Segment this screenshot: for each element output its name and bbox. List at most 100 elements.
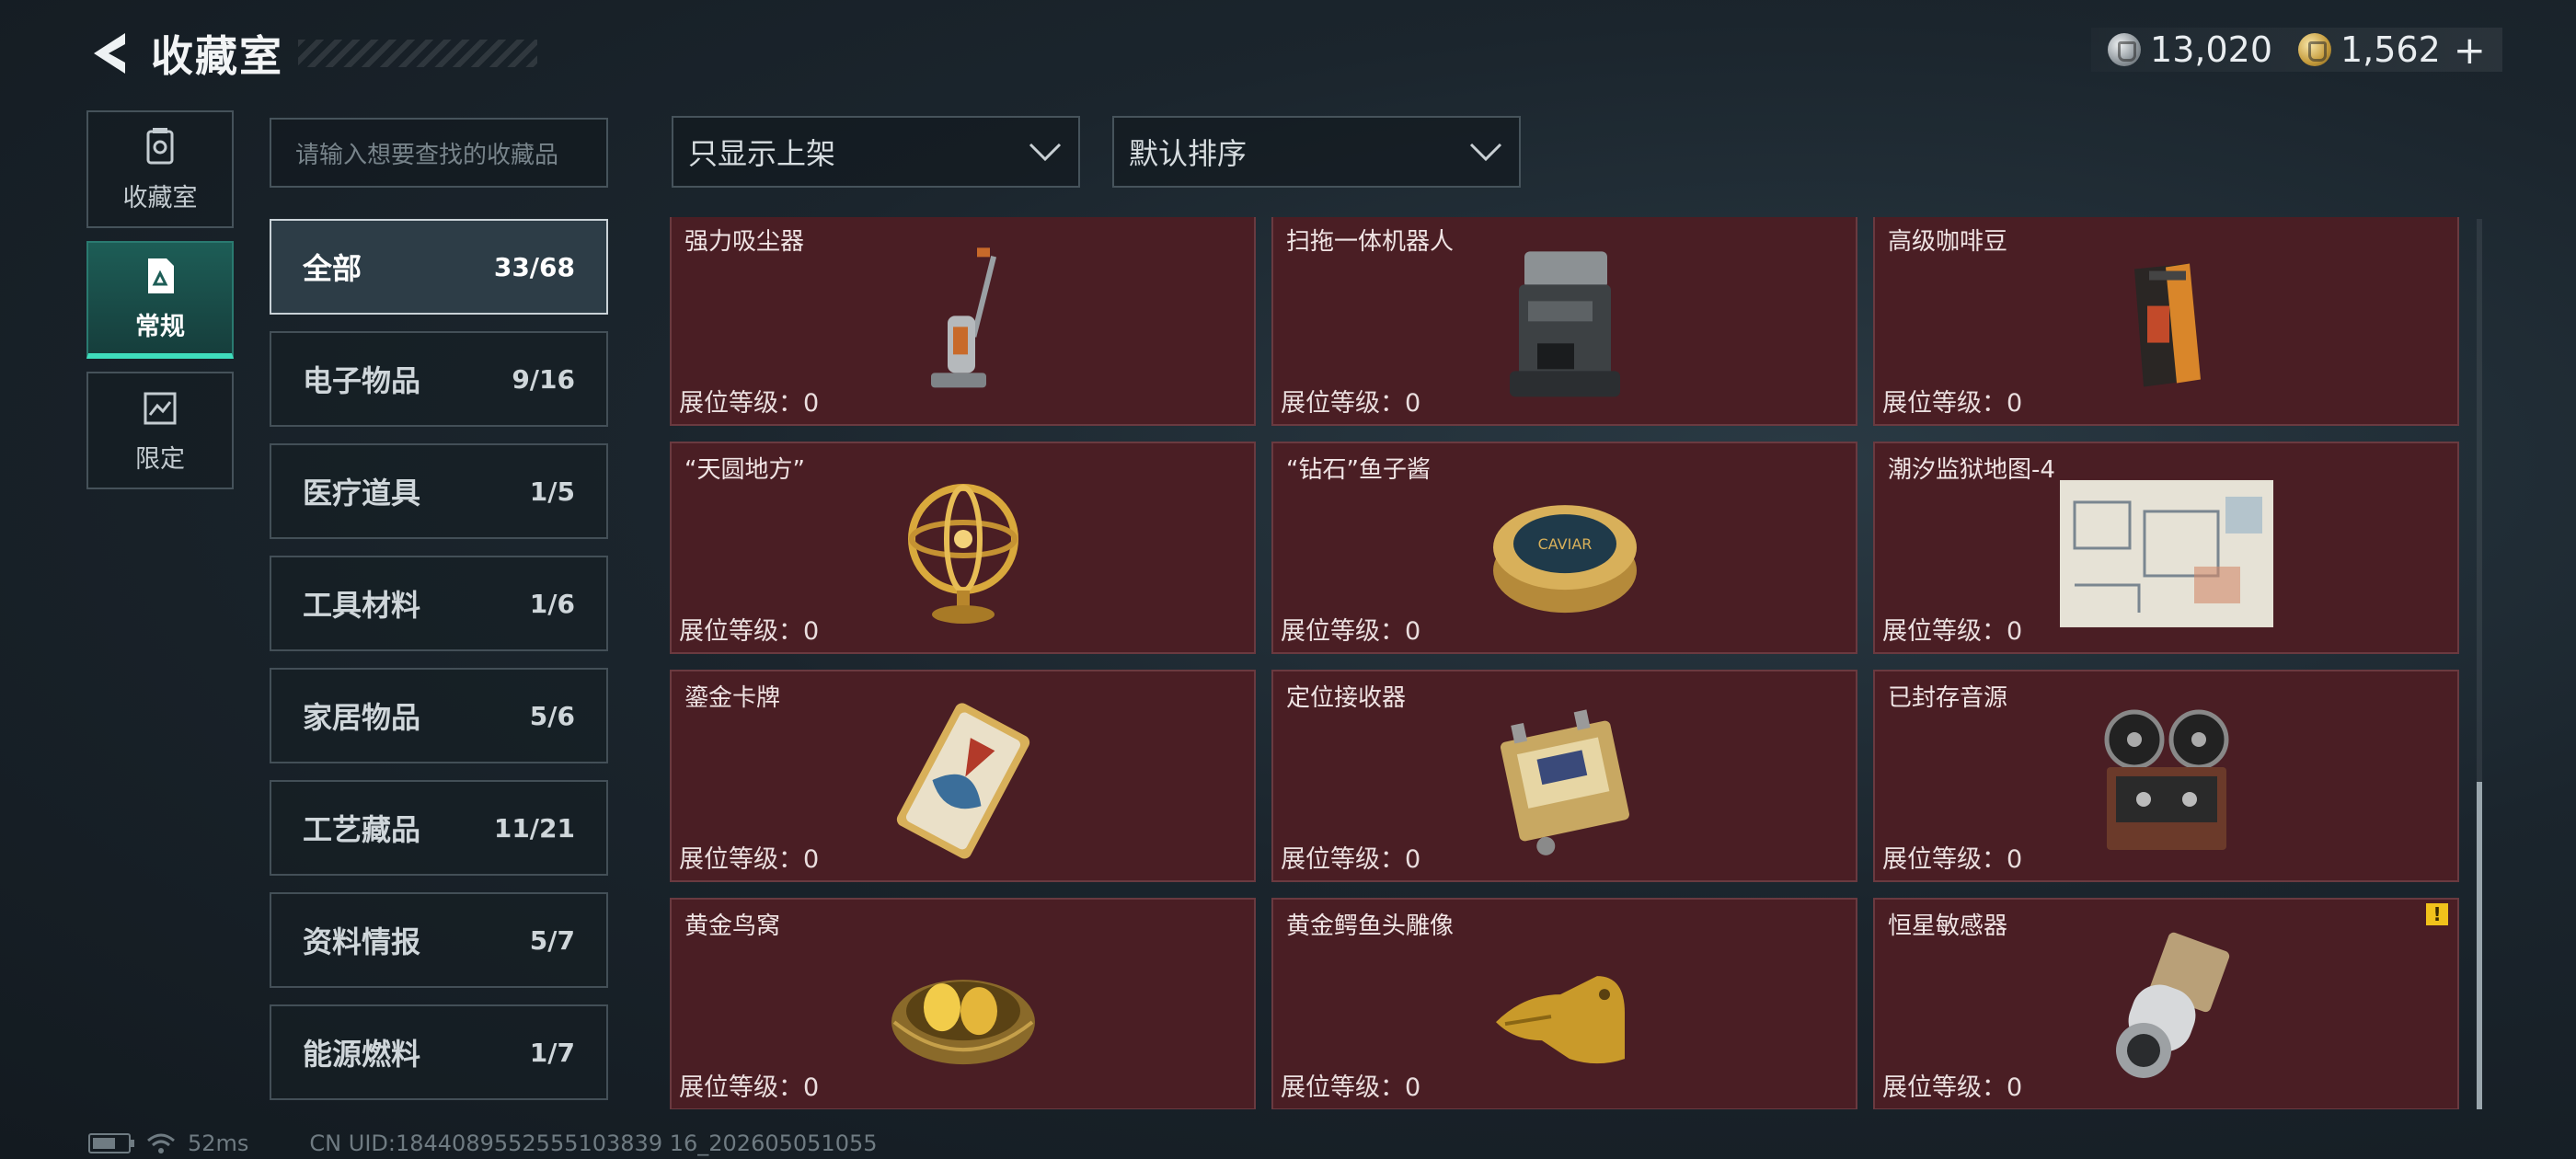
category-name: 医疗道具 — [303, 476, 421, 511]
category-tools[interactable]: 工具材料 1/6 — [270, 556, 608, 651]
left-nav: 收藏室 常规 限定 — [86, 110, 234, 502]
category-count: 33/68 — [493, 251, 575, 282]
item-name: 强力吸尘器 — [684, 228, 805, 256]
item-name: 高级咖啡豆 — [1888, 228, 2008, 256]
category-count: 5/6 — [529, 700, 575, 731]
sort-order-dropdown[interactable]: 默认排序 — [1112, 116, 1521, 188]
item-card[interactable]: 黄金鸟窝 展位等级：0 — [670, 898, 1256, 1109]
grid-scrollbar[interactable] — [2477, 219, 2482, 1109]
category-count: 1/5 — [529, 476, 575, 507]
item-name: 黄金鳄鱼头雕像 — [1286, 912, 1455, 940]
item-level: 展位等级：0 — [1882, 1073, 2023, 1102]
item-level: 展位等级：0 — [679, 389, 820, 418]
category-count: 1/6 — [529, 588, 575, 619]
collection-icon — [146, 127, 174, 164]
item-card[interactable]: 高级咖啡豆 展位等级：0 — [1873, 217, 2459, 426]
back-arrow-icon[interactable] — [83, 26, 138, 81]
item-card[interactable]: 鎏金卡牌 展位等级：0 — [670, 670, 1256, 882]
category-all[interactable]: 全部 33/68 — [270, 219, 608, 315]
user-uid: CN UID:1844089552555103839 16_2026050510… — [309, 1130, 878, 1156]
gilded-card-icon — [894, 702, 1032, 862]
silver-coin-icon — [2108, 33, 2142, 66]
category-electronics[interactable]: 电子物品 9/16 — [270, 331, 608, 427]
item-level: 展位等级：0 — [679, 1073, 820, 1102]
category-count: 11/21 — [493, 812, 575, 843]
nav-regular[interactable]: 常规 — [86, 241, 234, 359]
currency-bar: 13,020 1,562 + — [2091, 28, 2502, 73]
locator-receiver-icon — [1487, 702, 1643, 862]
warning-icon: ! — [2426, 903, 2448, 925]
item-name: 黄金鸟窝 — [684, 912, 781, 940]
item-level: 展位等级：0 — [1281, 845, 1421, 874]
scrollbar-thumb[interactable] — [2477, 782, 2482, 1109]
item-grid: 强力吸尘器 展位等级：0 扫拖一体机器人 展位等级：0 高级咖啡豆 展位等级：0… — [670, 217, 2459, 1109]
nav-limited[interactable]: 限定 — [86, 372, 234, 489]
category-intel[interactable]: 资料情报 5/7 — [270, 892, 608, 988]
search-input[interactable]: 请输入想要查找的收藏品 — [270, 118, 608, 188]
item-card[interactable]: 黄金鳄鱼头雕像 展位等级：0 — [1271, 898, 1857, 1109]
category-count: 1/7 — [529, 1037, 575, 1068]
display-filter-dropdown[interactable]: 只显示上架 — [672, 116, 1080, 188]
dropdown-value: 默认排序 — [1129, 136, 1248, 171]
gold-crocodile-icon — [1487, 939, 1643, 1081]
add-currency-button[interactable]: + — [2454, 28, 2486, 73]
ping-value: 52ms — [188, 1130, 249, 1156]
category-list: 全部 33/68 电子物品 9/16 医疗道具 1/5 工具材料 1/6 家居物… — [270, 219, 608, 1117]
category-name: 工艺藏品 — [303, 812, 421, 847]
nav-label: 收藏室 — [122, 183, 198, 212]
item-card[interactable]: 已封存音源 展位等级：0 — [1873, 670, 2459, 882]
category-name: 全部 — [303, 251, 362, 286]
battery-icon — [88, 1133, 134, 1153]
collection-room-screen: 收藏室 13,020 1,562 + 收藏室 常规 限定 请输入想要查找的收藏品… — [0, 0, 2576, 1159]
header: 收藏室 — [83, 20, 537, 86]
chevron-down-icon — [1029, 143, 1062, 162]
silver-currency-value: 13,020 — [2150, 29, 2272, 70]
item-level: 展位等级：0 — [1281, 1073, 1421, 1102]
dropdown-value: 只显示上架 — [688, 136, 836, 171]
item-grid-viewport: 强力吸尘器 展位等级：0 扫拖一体机器人 展位等级：0 高级咖啡豆 展位等级：0… — [670, 217, 2464, 1109]
wifi-icon — [147, 1133, 175, 1153]
category-count: 9/16 — [512, 363, 575, 395]
item-card[interactable]: 强力吸尘器 展位等级：0 — [670, 217, 1256, 426]
item-name: “天圆地方” — [684, 456, 805, 484]
category-medical[interactable]: 医疗道具 1/5 — [270, 443, 608, 539]
item-name: 恒星敏感器 — [1888, 912, 2008, 940]
item-name: 定位接收器 — [1286, 684, 1407, 712]
category-crafts[interactable]: 工艺藏品 11/21 — [270, 780, 608, 876]
item-level: 展位等级：0 — [1281, 617, 1421, 646]
category-name: 能源燃料 — [303, 1037, 421, 1072]
category-name: 电子物品 — [303, 363, 421, 398]
prison-map-icon — [2056, 474, 2277, 634]
item-name: 鎏金卡牌 — [684, 684, 781, 712]
armillary-sphere-icon — [894, 474, 1032, 634]
chevron-down-icon — [1469, 143, 1502, 162]
item-card[interactable]: “钻石”鱼子酱 CAVIAR 展位等级：0 — [1271, 442, 1857, 654]
item-card[interactable]: “天圆地方” 展位等级：0 — [670, 442, 1256, 654]
item-card[interactable]: 潮汐监狱地图-4 展位等级：0 — [1873, 442, 2459, 654]
item-level: 展位等级：0 — [1281, 389, 1421, 418]
item-card[interactable]: 定位接收器 展位等级：0 — [1271, 670, 1857, 882]
category-name: 家居物品 — [303, 700, 421, 735]
page-title: 收藏室 — [151, 31, 283, 81]
title-decoration — [298, 40, 537, 67]
robot-mop-icon — [1501, 242, 1629, 411]
item-card[interactable]: 恒星敏感器 ! 展位等级：0 — [1873, 898, 2459, 1109]
category-household[interactable]: 家居物品 5/6 — [270, 668, 608, 763]
coffee-beans-icon — [2116, 250, 2217, 401]
category-energy[interactable]: 能源燃料 1/7 — [270, 1004, 608, 1100]
category-name: 工具材料 — [303, 588, 421, 623]
item-card[interactable]: 扫拖一体机器人 展位等级：0 — [1271, 217, 1857, 426]
category-name: 资料情报 — [303, 924, 421, 959]
nav-collection-room[interactable]: 收藏室 — [86, 110, 234, 228]
item-level: 展位等级：0 — [1882, 617, 2023, 646]
nav-label: 限定 — [135, 444, 185, 474]
golden-nest-icon — [885, 939, 1041, 1081]
caviar-tin-icon: CAVIAR — [1487, 483, 1643, 625]
star-sensor-icon — [2093, 930, 2240, 1090]
regular-icon — [148, 258, 174, 293]
reel-recorder-icon — [2088, 702, 2245, 862]
svg-text:CAVIAR: CAVIAR — [1537, 535, 1592, 553]
gold-currency-value: 1,562 — [2340, 29, 2441, 70]
status-footer: 52ms CN UID:1844089552555103839 16_20260… — [88, 1130, 878, 1157]
category-count: 5/7 — [529, 924, 575, 956]
